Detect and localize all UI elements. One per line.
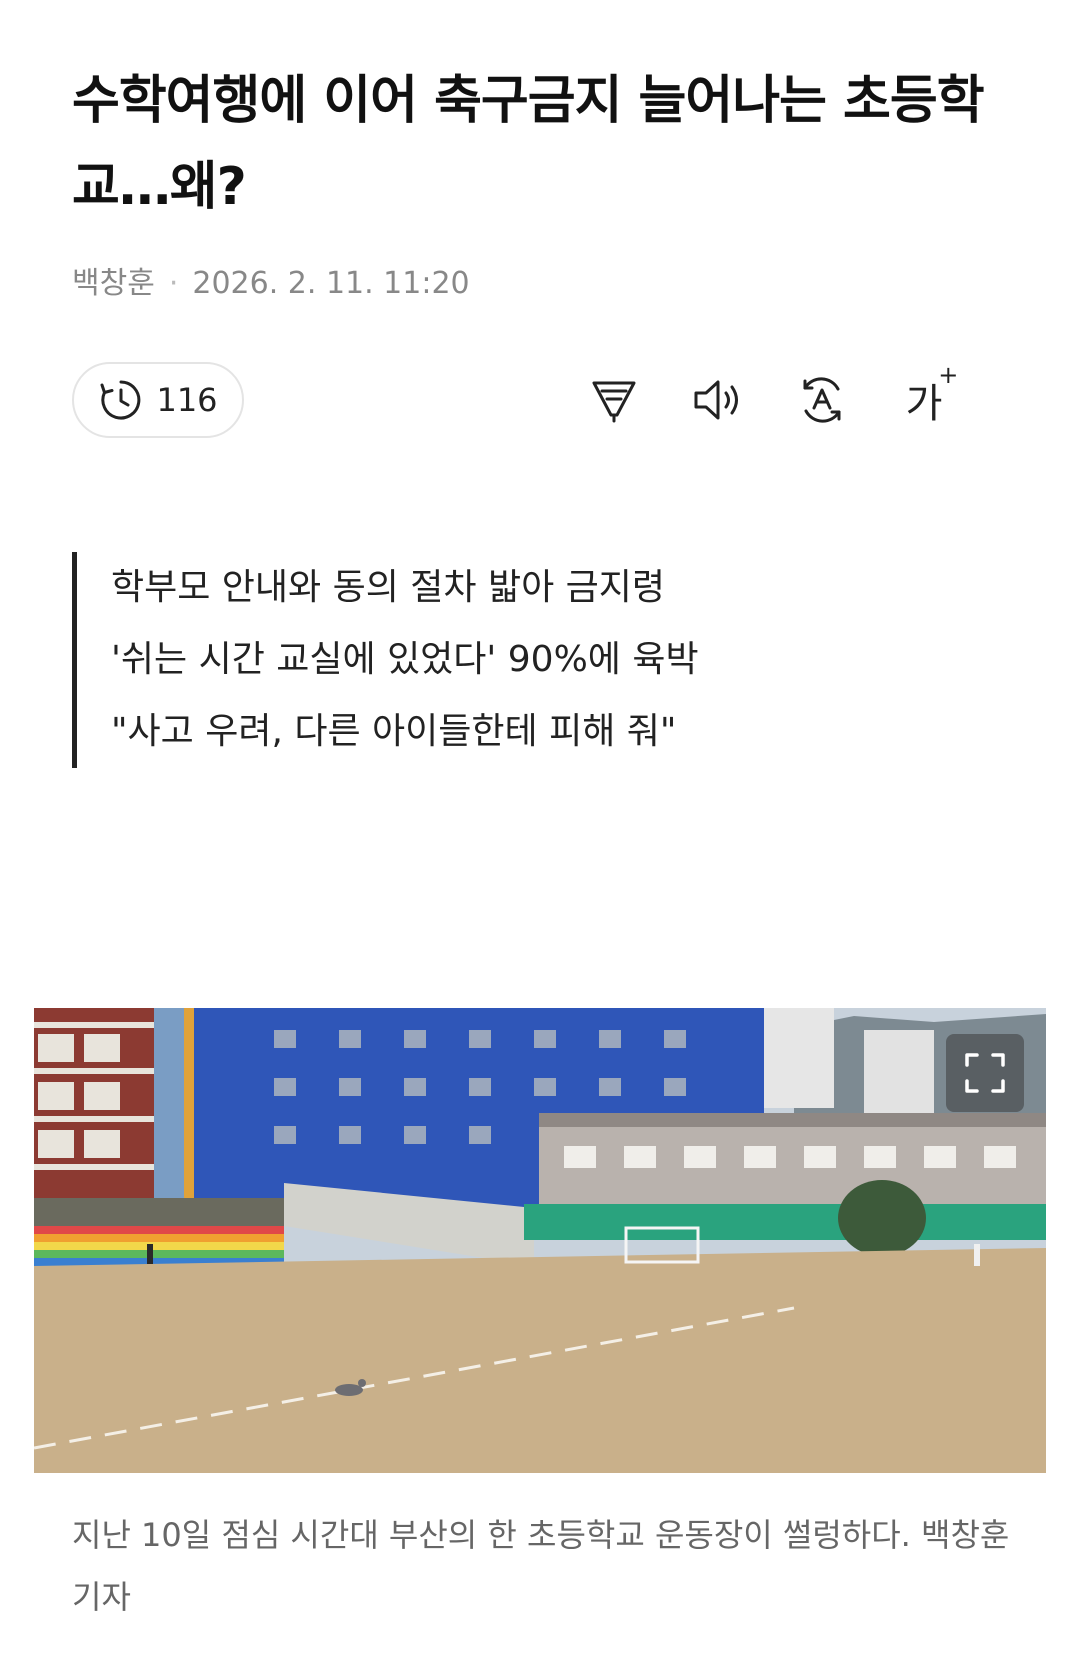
summary-line: "사고 우려, 다른 아이들한테 피해 줘" <box>111 711 677 752</box>
speaker-icon <box>690 375 746 425</box>
view-history-button[interactable]: 116 <box>72 362 244 438</box>
history-clock-icon <box>98 377 144 423</box>
font-size-icon: 가 + <box>905 361 959 429</box>
author-name[interactable]: 백창훈 <box>72 266 155 301</box>
byline-separator: · <box>168 266 179 301</box>
summary-filter-icon <box>589 375 639 425</box>
summary-line: '쉬는 시간 교실에 있었다' 90%에 육박 <box>111 639 699 680</box>
font-size-plus: + <box>938 361 959 389</box>
translate-button[interactable] <box>790 368 854 432</box>
article-summary: 학부모 안내와 동의 절차 밟아 금지령 '쉬는 시간 교실에 있었다' 90%… <box>72 552 1011 768</box>
photo-caption: 지난 10일 점심 시간대 부산의 한 초등학교 운동장이 썰렁하다. 백창훈 … <box>72 1516 1010 1616</box>
expand-icon <box>965 1053 1005 1093</box>
font-size-label: 가 <box>905 381 943 427</box>
article-photo[interactable] <box>34 1008 1046 1473</box>
summary-button[interactable] <box>582 368 646 432</box>
school-playground-image <box>34 1008 1046 1473</box>
summary-line: 학부모 안내와 동의 절차 밟아 금지령 <box>111 567 666 608</box>
byline: 백창훈 · 2026. 2. 11. 11:20 <box>72 258 470 302</box>
read-count: 116 <box>156 381 218 419</box>
publish-datetime: 2026. 2. 11. 11:20 <box>192 266 470 301</box>
article-headline: 수학여행에 이어 축구금지 늘어나는 초등학교…왜? <box>72 71 985 217</box>
translate-icon <box>796 374 848 426</box>
listen-button[interactable] <box>686 368 750 432</box>
expand-image-button[interactable] <box>946 1034 1024 1112</box>
font-size-button[interactable]: 가 + <box>892 361 959 432</box>
